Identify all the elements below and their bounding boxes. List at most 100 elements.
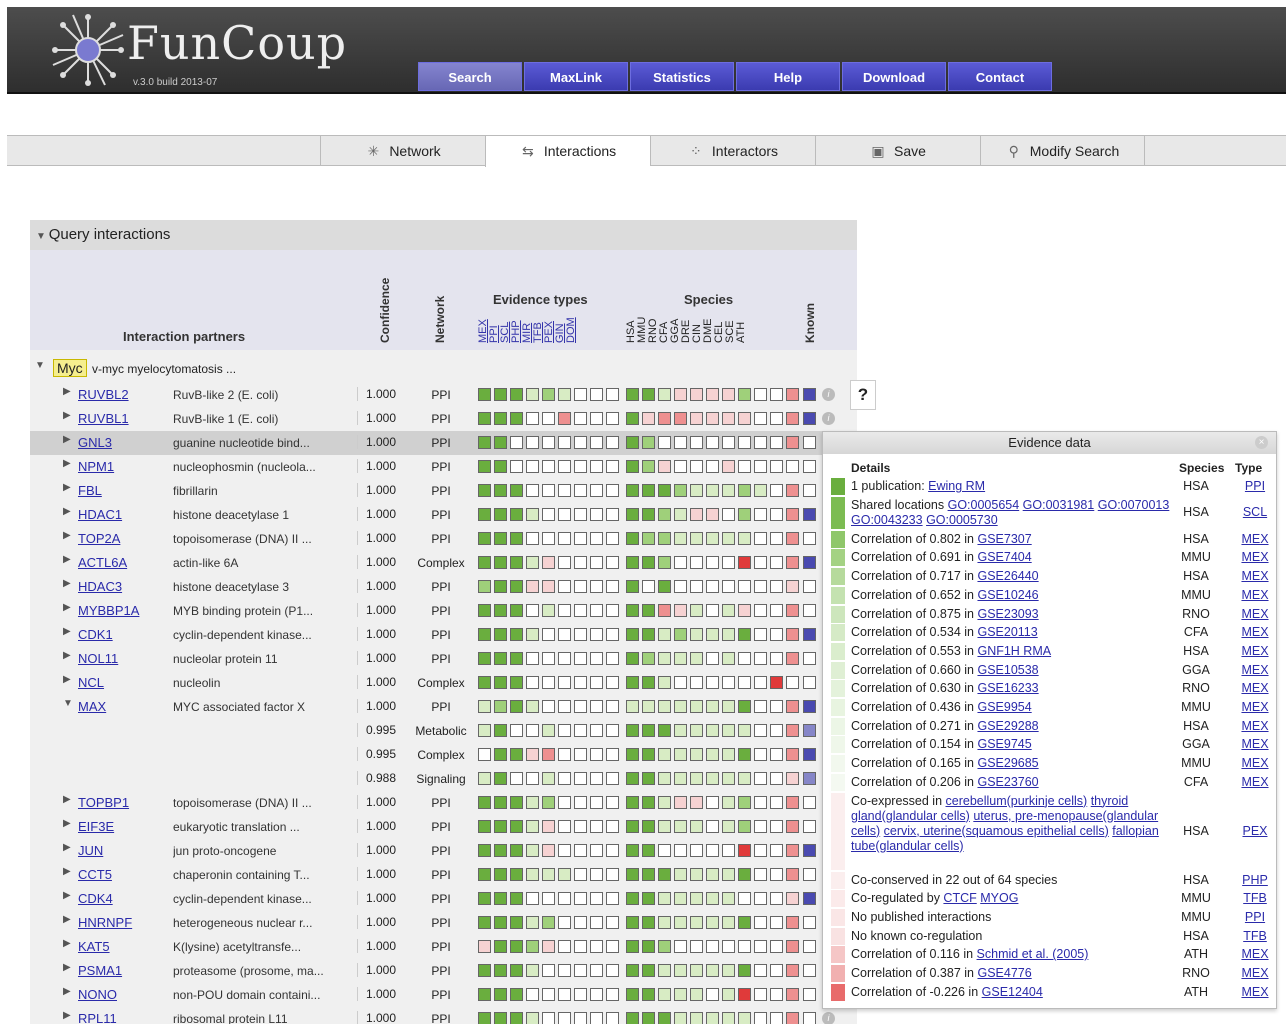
- evidence-cell[interactable]: [494, 580, 507, 593]
- species-cell[interactable]: [642, 916, 655, 929]
- evidence-cell[interactable]: [494, 916, 507, 929]
- evidence-cell[interactable]: [542, 652, 555, 665]
- species-cell[interactable]: [738, 700, 751, 713]
- species-cell[interactable]: [690, 796, 703, 809]
- evidence-cell[interactable]: [558, 484, 571, 497]
- species-cell[interactable]: [642, 580, 655, 593]
- evidence-cell[interactable]: [478, 964, 491, 977]
- evidence-cell[interactable]: [542, 412, 555, 425]
- evidence-cell[interactable]: [574, 892, 587, 905]
- evidence-type-link[interactable]: MEX: [1235, 607, 1275, 622]
- sub-row[interactable]: 0.995 Metabolic: [30, 719, 857, 743]
- species-cell[interactable]: [738, 532, 751, 545]
- evidence-type-link[interactable]: MEX: [1235, 966, 1275, 981]
- table-row[interactable]: ▶ HNRNPF heterogeneous nuclear r... 1.000 PP…: [30, 911, 857, 935]
- species-cell[interactable]: [658, 508, 671, 521]
- species-cell[interactable]: [658, 964, 671, 977]
- species-cell[interactable]: [658, 460, 671, 473]
- expand-triangle-icon[interactable]: ▶: [63, 554, 71, 565]
- evidence-cell[interactable]: [558, 436, 571, 449]
- evidence-cell[interactable]: [542, 604, 555, 617]
- evidence-link[interactable]: Schmid et al. (2005): [977, 947, 1089, 961]
- species-cell[interactable]: [754, 556, 767, 569]
- evidence-cell[interactable]: [542, 940, 555, 953]
- evidence-cell[interactable]: [526, 484, 539, 497]
- species-cell[interactable]: [754, 1012, 767, 1024]
- evidence-cell[interactable]: [590, 724, 603, 737]
- evidence-cell[interactable]: [558, 508, 571, 521]
- species-cell[interactable]: [642, 796, 655, 809]
- species-cell[interactable]: [690, 1012, 703, 1024]
- evidence-cell[interactable]: [510, 556, 523, 569]
- evidence-cell[interactable]: [510, 820, 523, 833]
- evidence-cell[interactable]: [558, 988, 571, 1001]
- species-cell[interactable]: [770, 940, 783, 953]
- species-cell[interactable]: [690, 460, 703, 473]
- species-cell[interactable]: [786, 820, 799, 833]
- evidence-col-dom[interactable]: DOM: [565, 317, 577, 343]
- evidence-cell[interactable]: [494, 988, 507, 1001]
- species-cell[interactable]: [658, 436, 671, 449]
- species-cell[interactable]: [722, 940, 735, 953]
- species-cell[interactable]: [706, 892, 719, 905]
- expand-triangle-icon[interactable]: ▶: [63, 458, 71, 469]
- species-cell[interactable]: [626, 436, 639, 449]
- table-row[interactable]: ▶ NPM1 nucleophosmin (nucleola... 1.000 PPI: [30, 455, 857, 479]
- species-cell[interactable]: [626, 700, 639, 713]
- evidence-cell[interactable]: [558, 820, 571, 833]
- evidence-cell[interactable]: [542, 772, 555, 785]
- species-cell[interactable]: [706, 1012, 719, 1024]
- species-cell[interactable]: [642, 628, 655, 641]
- species-cell[interactable]: [754, 676, 767, 689]
- species-cell[interactable]: [722, 532, 735, 545]
- evidence-cell[interactable]: [478, 532, 491, 545]
- species-cell[interactable]: [722, 628, 735, 641]
- evidence-cell[interactable]: [558, 628, 571, 641]
- evidence-cell[interactable]: [494, 388, 507, 401]
- gene-symbol-link[interactable]: ACTL6A: [78, 555, 127, 570]
- species-cell[interactable]: [770, 892, 783, 905]
- species-cell[interactable]: [642, 436, 655, 449]
- evidence-cell[interactable]: [590, 844, 603, 857]
- table-row[interactable]: ▶ RPL11 ribosomal protein L11 1.000 PPI i: [30, 1007, 857, 1024]
- evidence-link[interactable]: GSE29288: [977, 719, 1038, 733]
- evidence-cell[interactable]: [542, 964, 555, 977]
- evidence-link[interactable]: GSE23093: [977, 607, 1038, 621]
- evidence-cell[interactable]: [478, 820, 491, 833]
- evidence-cell[interactable]: [510, 868, 523, 881]
- evidence-cell[interactable]: [478, 988, 491, 1001]
- evidence-cell[interactable]: [590, 508, 603, 521]
- evidence-link[interactable]: GSE29685: [977, 756, 1038, 770]
- evidence-cell[interactable]: [542, 748, 555, 761]
- table-row[interactable]: ▶ JUN jun proto-oncogene 1.000 PPI: [30, 839, 857, 863]
- evidence-type-link[interactable]: MEX: [1235, 719, 1275, 734]
- species-cell[interactable]: [642, 892, 655, 905]
- species-cell[interactable]: [722, 820, 735, 833]
- evidence-link[interactable]: GSE10538: [977, 663, 1038, 677]
- evidence-cell[interactable]: [558, 604, 571, 617]
- evidence-cell[interactable]: [510, 412, 523, 425]
- evidence-link[interactable]: GSE9954: [977, 700, 1031, 714]
- species-cell[interactable]: [754, 772, 767, 785]
- evidence-cell[interactable]: [510, 940, 523, 953]
- species-cell[interactable]: [722, 748, 735, 761]
- species-cell[interactable]: [690, 676, 703, 689]
- species-cell[interactable]: [642, 724, 655, 737]
- table-row[interactable]: ▶ PSMA1 proteasome (prosome, ma... 1.000 PPI: [30, 959, 857, 983]
- species-cell[interactable]: [690, 508, 703, 521]
- species-cell[interactable]: [642, 964, 655, 977]
- evidence-type-link[interactable]: MEX: [1235, 644, 1275, 659]
- gene-symbol-link[interactable]: FBL: [78, 483, 102, 498]
- evidence-cell[interactable]: [606, 388, 619, 401]
- species-cell[interactable]: [754, 412, 767, 425]
- evidence-cell[interactable]: [478, 844, 491, 857]
- evidence-cell[interactable]: [526, 652, 539, 665]
- species-cell[interactable]: [642, 532, 655, 545]
- evidence-cell[interactable]: [526, 844, 539, 857]
- gene-symbol-link[interactable]: RUVBL1: [78, 411, 129, 426]
- nav-contact[interactable]: Contact: [948, 62, 1052, 91]
- evidence-cell[interactable]: [494, 436, 507, 449]
- species-cell[interactable]: [722, 460, 735, 473]
- species-cell[interactable]: [642, 484, 655, 497]
- species-cell[interactable]: [690, 748, 703, 761]
